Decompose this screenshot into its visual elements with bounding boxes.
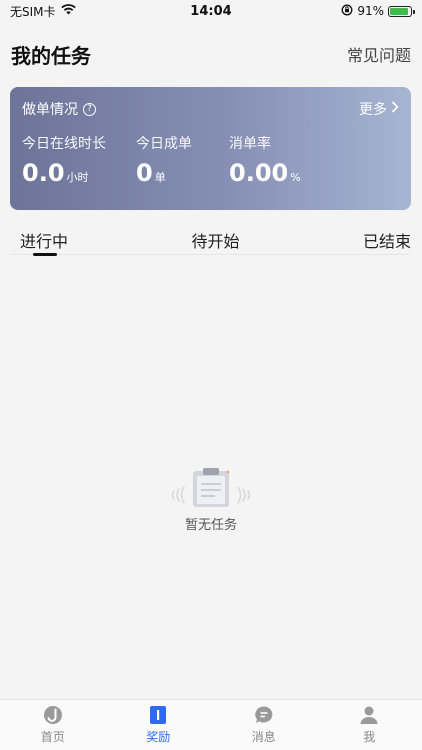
empty-state: 暂无任务 [0, 465, 422, 533]
tab-pending[interactable]: 待开始 [181, 225, 249, 255]
more-link[interactable]: 更多 [359, 99, 399, 119]
bottom-nav: 首页 奖励 消息 我 [0, 699, 422, 750]
stats-card: 做单情况 ? 更多 今日在线时长 0.0 小时 今日成单 0 单 消单率 0.0… [10, 87, 411, 210]
empty-state-text: 暂无任务 [184, 518, 237, 533]
tab-label: 进行中 [20, 231, 69, 251]
stats-card-title-wrap: 做单情况 ? [22, 99, 96, 119]
tab-in-progress[interactable]: 进行中 [10, 225, 78, 256]
home-icon [43, 705, 63, 725]
stat-value-line: 0.0 小时 [22, 159, 136, 187]
stat-label: 今日成单 [136, 136, 192, 152]
stat-label: 消单率 [229, 136, 271, 152]
stat-unit: % [290, 171, 301, 184]
more-label: 更多 [359, 102, 387, 118]
message-icon [254, 705, 274, 725]
stats-row: 今日在线时长 0.0 小时 今日成单 0 单 消单率 0.00 % [22, 133, 399, 187]
nav-item-home[interactable]: 首页 [0, 700, 106, 750]
nav-item-profile[interactable]: 我 [317, 700, 422, 750]
stat-unit: 单 [154, 171, 166, 184]
nav-label: 我 [363, 730, 376, 744]
tab-finished[interactable]: 已结束 [353, 225, 411, 255]
reward-icon [148, 705, 168, 725]
stat-unit: 小时 [66, 171, 89, 184]
task-tabs: 进行中 待开始 已结束 [10, 225, 411, 256]
nav-label: 首页 [40, 730, 65, 744]
status-right: 91% [341, 4, 415, 19]
carrier-label: 无SIM卡 [10, 4, 56, 19]
wifi-icon [60, 4, 76, 18]
profile-icon [359, 705, 379, 725]
faq-link[interactable]: 常见问题 [347, 42, 411, 66]
nav-item-messages[interactable]: 消息 [211, 700, 317, 750]
stat-orders-today: 今日成单 0 单 [136, 133, 229, 187]
help-icon[interactable]: ? [83, 102, 96, 116]
stat-value: 0.00 [229, 159, 289, 187]
empty-clipboard-icon [171, 468, 251, 507]
page-title: 我的任务 [11, 43, 91, 68]
tab-label: 待开始 [191, 231, 240, 251]
stat-value-line: 0.00 % [229, 159, 301, 187]
tab-label: 已结束 [362, 231, 411, 251]
stat-cancel-rate: 消单率 0.00 % [229, 133, 301, 187]
stat-value: 0 [136, 159, 153, 187]
stat-value-line: 0 单 [136, 159, 229, 187]
stat-value: 0.0 [22, 159, 65, 187]
stat-label: 今日在线时长 [22, 136, 106, 152]
nav-label: 奖励 [146, 730, 171, 744]
battery-percent: 91% [357, 4, 384, 18]
battery-icon [388, 5, 415, 17]
page-header: 我的任务 常见问题 [0, 40, 422, 68]
stat-online-hours: 今日在线时长 0.0 小时 [22, 133, 136, 187]
nav-item-reward[interactable]: 奖励 [106, 700, 212, 750]
orientation-lock-icon [341, 4, 353, 19]
status-left: 无SIM卡 [10, 3, 76, 20]
nav-label: 消息 [251, 730, 276, 744]
active-tab-indicator [33, 252, 57, 256]
stats-card-title: 做单情况 [22, 102, 78, 118]
status-bar: 无SIM卡 14:04 91% [0, 0, 422, 22]
stats-card-header: 做单情况 ? 更多 [22, 99, 399, 119]
battery-fill [390, 7, 409, 15]
chevron-right-icon [391, 101, 399, 117]
